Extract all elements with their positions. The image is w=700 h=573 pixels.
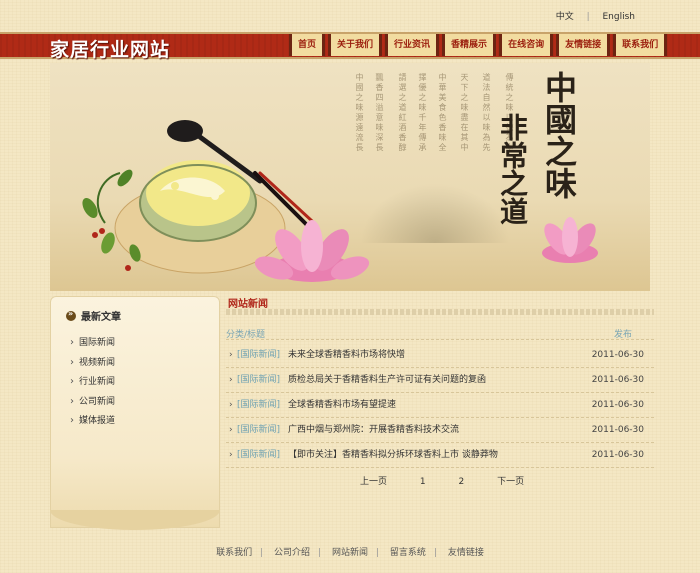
header-divider: [226, 339, 654, 340]
news-date: 2011-06-30: [591, 375, 644, 385]
nav-item-links[interactable]: 友情链接: [556, 34, 611, 56]
pagination: 上一页 1 2 下一页: [360, 474, 554, 487]
calligraphy-china-taste: 中國之味: [540, 71, 578, 199]
footer-link-news[interactable]: 网站新闻: [328, 548, 372, 558]
news-row[interactable]: › [国际新闻] 未来全球香精香料市场将快增 2011-06-30: [226, 343, 654, 368]
footer-link-contact[interactable]: 联系我们: [212, 548, 256, 558]
chevron-right-icon: ›: [229, 425, 233, 435]
footer-link-company[interactable]: 公司介绍: [270, 548, 314, 558]
site-title[interactable]: 家居行业网站: [50, 35, 170, 62]
news-title[interactable]: 质检总局关于香精香料生产许可证有关问题的复函: [288, 368, 486, 393]
lang-chinese-link[interactable]: 中文: [551, 12, 579, 22]
news-title[interactable]: 【即市关注】香精香料拟分拆环球香料上市 谈静莽物: [288, 443, 498, 468]
chevron-right-icon: ›: [229, 450, 233, 460]
footer-separator: |: [433, 548, 437, 558]
lang-separator: |: [586, 12, 590, 22]
sidebar-list: 国际新闻 视频新闻 行业新闻 公司新闻 媒体报道: [70, 333, 115, 431]
news-date: 2011-06-30: [591, 425, 644, 435]
chevron-right-icon: ›: [229, 375, 233, 385]
news-title[interactable]: 广西中烟与郑州院：开展香精香料技术交流: [288, 418, 459, 443]
arrow-circle-icon: [66, 309, 76, 321]
page-1-link[interactable]: 1: [420, 477, 426, 487]
main-nav: 首页 关于我们 行业资讯 香精展示 在线咨询 友情链接 联系我们: [289, 34, 670, 56]
news-date: 2011-06-30: [591, 350, 644, 360]
news-title[interactable]: 全球香精香料市场有望提速: [288, 393, 396, 418]
sidebar-latest-articles: 最新文章 国际新闻 视频新闻 行业新闻 公司新闻 媒体报道: [50, 296, 220, 528]
nav-item-home[interactable]: 首页: [289, 34, 326, 56]
greek-key-divider: [226, 309, 654, 315]
sidebar-title-label: 最新文章: [81, 312, 121, 323]
news-date: 2011-06-30: [591, 400, 644, 410]
footer-separator: |: [318, 548, 322, 558]
footer-separator: |: [376, 548, 380, 558]
news-category[interactable]: [国际新闻]: [237, 443, 280, 468]
news-category[interactable]: [国际新闻]: [237, 343, 280, 368]
language-switcher: 中文 | English: [551, 9, 640, 22]
news-row[interactable]: › [国际新闻] 质检总局关于香精香料生产许可证有关问题的复函 2011-06-…: [226, 368, 654, 393]
sidebar-item-international[interactable]: 国际新闻: [70, 333, 115, 353]
lang-english-link[interactable]: English: [598, 12, 641, 22]
news-section-title: 网站新闻: [228, 299, 268, 310]
sidebar-item-video[interactable]: 视频新闻: [70, 353, 115, 373]
news-row[interactable]: › [国际新闻] 【即市关注】香精香料拟分拆环球香料上市 谈静莽物 2011-0…: [226, 443, 654, 468]
hero-banner: 中國之味源遠流長 飄香四溢意味深長 請選之道紅酒香醇 擇優之味千年傳承 中華美食…: [50, 63, 650, 291]
news-list: › [国际新闻] 未来全球香精香料市场将快增 2011-06-30 › [国际新…: [226, 343, 654, 468]
page-2-link[interactable]: 2: [459, 477, 465, 487]
sidebar-item-company[interactable]: 公司新闻: [70, 392, 115, 412]
footer-links: 联系我们 | 公司介绍 | 网站新闻 | 留言系统 | 友情链接: [0, 545, 700, 558]
sidebar-item-industry[interactable]: 行业新闻: [70, 372, 115, 392]
nav-item-news[interactable]: 行业资讯: [385, 34, 440, 56]
news-category[interactable]: [国际新闻]: [237, 418, 280, 443]
nav-item-contact[interactable]: 联系我们: [613, 34, 668, 56]
prev-page-link[interactable]: 上一页: [360, 477, 387, 487]
sidebar-item-media[interactable]: 媒体报道: [70, 411, 115, 431]
chevron-right-icon: ›: [229, 400, 233, 410]
next-page-link[interactable]: 下一页: [497, 477, 524, 487]
footer-link-friends[interactable]: 友情链接: [444, 548, 488, 558]
nav-item-about[interactable]: 关于我们: [328, 34, 383, 56]
news-row[interactable]: › [国际新闻] 广西中烟与郑州院：开展香精香料技术交流 2011-06-30: [226, 418, 654, 443]
nav-item-products[interactable]: 香精展示: [442, 34, 497, 56]
chevron-right-icon: ›: [229, 350, 233, 360]
news-title[interactable]: 未来全球香精香料市场将快增: [288, 343, 405, 368]
calligraphy-extraordinary-way: 非常之道: [496, 113, 529, 225]
footer-separator: |: [260, 548, 264, 558]
sidebar-title: 最新文章: [66, 308, 121, 323]
nav-item-consult[interactable]: 在线咨询: [499, 34, 554, 56]
news-category[interactable]: [国际新闻]: [237, 393, 280, 418]
news-date: 2011-06-30: [591, 450, 644, 460]
news-row[interactable]: › [国际新闻] 全球香精香料市场有望提速 2011-06-30: [226, 393, 654, 418]
footer-link-guestbook[interactable]: 留言系统: [386, 548, 430, 558]
news-category[interactable]: [国际新闻]: [237, 368, 280, 393]
